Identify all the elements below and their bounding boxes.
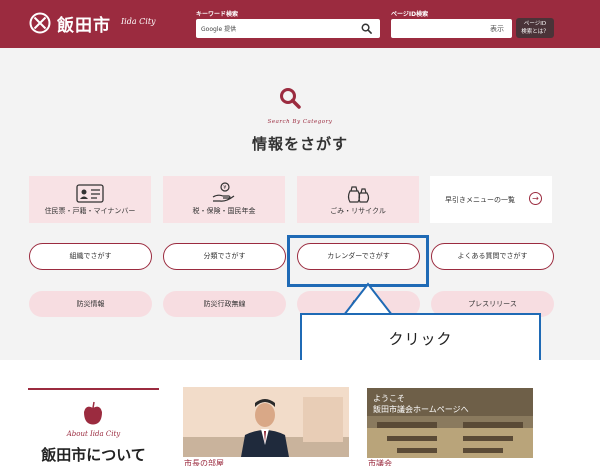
page-id-input[interactable]: 表示: [391, 19, 512, 38]
page-id-help-button[interactable]: ページID 検索とは？: [516, 18, 554, 38]
tile-label: 税・保険・国民年金: [192, 207, 256, 215]
quick-menu-list-button[interactable]: 早引きメニューの一覧 →: [430, 176, 552, 223]
city-emblem-icon[interactable]: [29, 12, 51, 34]
tile-garbage-recycle[interactable]: ごみ・リサイクル: [297, 176, 419, 223]
calendar-highlight-frame: [287, 235, 429, 287]
mayor-photo[interactable]: [183, 387, 349, 457]
garbage-bag-icon: [347, 186, 370, 203]
apple-icon: [84, 401, 102, 425]
assembly-caption-line1: ようこそ: [373, 394, 405, 403]
keyword-search-label: キーワード検索: [196, 11, 239, 18]
site-logo-sub: Iida City: [121, 17, 156, 26]
mayor-room-link[interactable]: 市長の部屋: [184, 458, 224, 466]
page-id-help-line2: 検索とは？: [521, 29, 549, 35]
about-subtitle: About Iida City: [66, 430, 121, 438]
page-id-show-button[interactable]: 表示: [490, 24, 504, 34]
arrow-right-circle-icon: →: [529, 192, 542, 205]
assembly-caption-line2: 飯田市議会ホームページへ: [373, 405, 469, 414]
search-icon[interactable]: [361, 23, 372, 34]
quick-menu-list-label: 早引きメニューの一覧: [445, 196, 515, 204]
callout-pointer: [341, 282, 395, 316]
about-divider: [28, 388, 159, 390]
assembly-caption: ようこそ 飯田市議会ホームページへ: [373, 393, 469, 415]
click-callout: クリック: [300, 313, 541, 364]
city-assembly-link[interactable]: 市議会: [368, 458, 392, 466]
page-id-help-line1: ページID: [523, 21, 547, 27]
google-provider-text: Google 提供: [201, 26, 237, 33]
tile-tax-insurance[interactable]: ¥ 税・保険・国民年金: [163, 176, 285, 223]
callout-text: クリック: [388, 330, 453, 348]
disaster-info-button[interactable]: 防災情報: [29, 291, 152, 317]
tile-label: 住民票・戸籍・マイナンバー: [44, 207, 136, 215]
about-title[interactable]: 飯田市について: [28, 444, 159, 465]
site-logo-text[interactable]: 飯田市: [57, 11, 111, 36]
money-hand-icon: ¥: [212, 182, 235, 202]
tile-label: ごみ・リサイクル: [330, 207, 386, 215]
tile-resident-records[interactable]: 住民票・戸籍・マイナンバー: [29, 176, 151, 223]
search-faq-button[interactable]: よくある質問でさがす: [431, 243, 554, 270]
category-subtitle: Search By Category: [267, 119, 333, 125]
keyword-search-input[interactable]: Google 提供: [196, 19, 380, 38]
search-by-organization-button[interactable]: 組織でさがす: [29, 243, 152, 270]
magnifier-icon: [280, 88, 301, 109]
page-id-search-label: ページID検索: [391, 11, 429, 18]
site-header: 飯田市 Iida City キーワード検索 Google 提供 ページID検索 …: [0, 0, 600, 48]
disaster-radio-button[interactable]: 防災行政無線: [163, 291, 286, 317]
svg-text:¥: ¥: [223, 185, 226, 191]
id-card-icon: [76, 184, 104, 203]
search-by-category-button[interactable]: 分類でさがす: [163, 243, 286, 270]
category-title: 情報をさがす: [251, 135, 348, 153]
